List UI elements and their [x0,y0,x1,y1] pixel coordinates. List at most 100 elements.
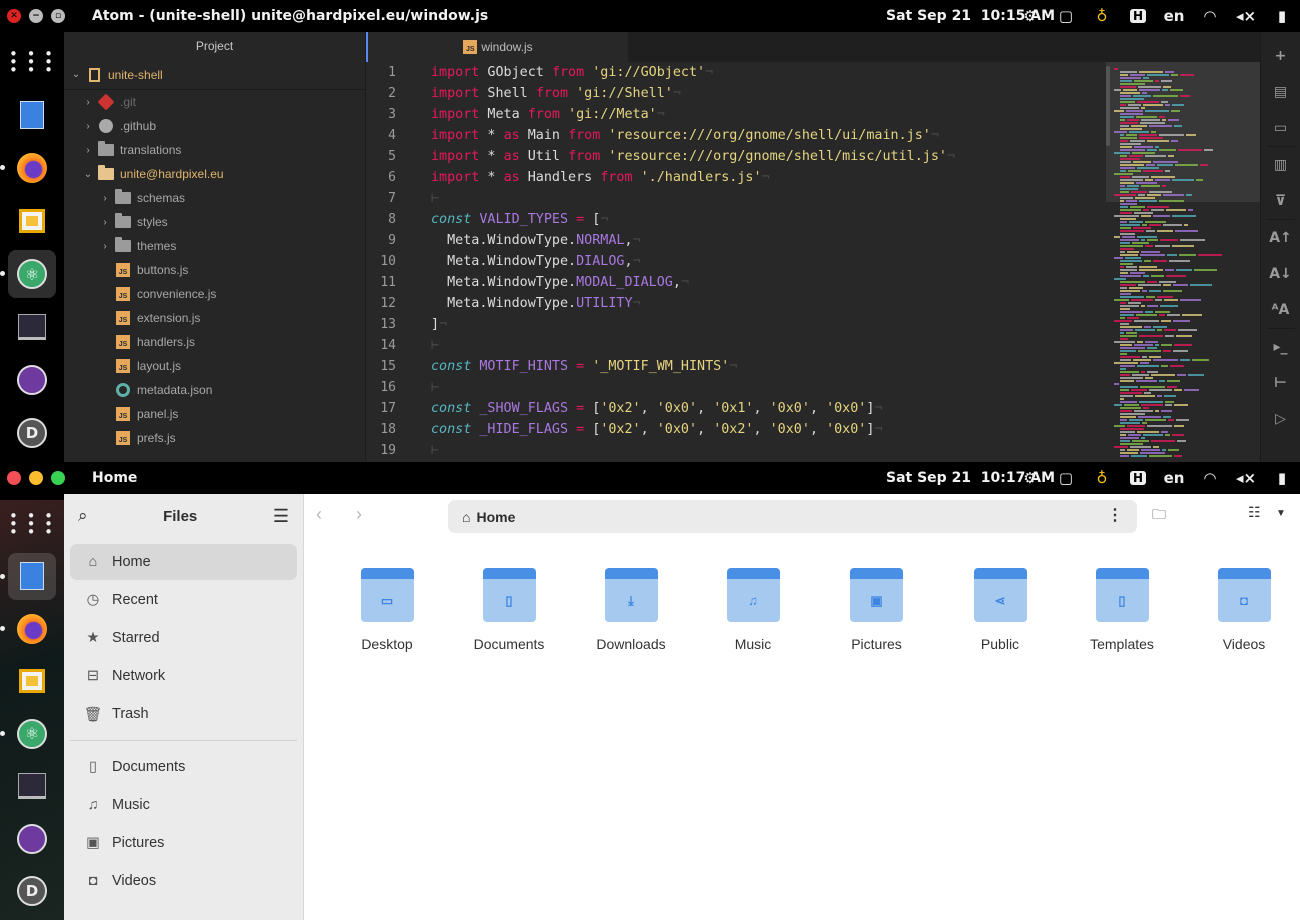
tree-item[interactable]: ⌄ unite@hardpixel.eu [64,162,365,186]
tree-item[interactable]: JS convenience.js [64,282,365,306]
tree-item[interactable]: JS extension.js [64,306,365,330]
list-view-icon[interactable]: ☷ [1248,504,1261,521]
view-options-dropdown[interactable]: ▼ [1276,508,1286,519]
volume-muted-icon[interactable]: ◂× [1228,469,1264,487]
tree-icon[interactable]: ⊢ [1261,365,1300,401]
folder-music[interactable]: ♫ Music [692,568,814,652]
dock-github[interactable] [8,815,56,863]
terminal-icon[interactable]: ▸_ [1261,329,1300,365]
tree-item[interactable]: › themes [64,234,365,258]
battery-icon[interactable]: ▮ [1264,469,1300,487]
maximize-button[interactable] [51,471,65,485]
play-icon[interactable]: ▷ [1261,401,1300,437]
lightbulb-icon[interactable]: ♁ [1084,469,1120,487]
tree-item[interactable]: JS prefs.js [64,426,365,450]
folder-public[interactable]: ⋖ Public [939,568,1061,652]
sidebar-item-recent[interactable]: ◷ Recent [70,582,297,618]
minimize-button[interactable]: − [29,9,43,23]
dock-atom[interactable]: ⚛ [0,250,56,298]
tree-root[interactable]: ⌄ unite-shell [64,60,365,90]
back-button[interactable]: ‹ [316,504,322,528]
tree-item[interactable]: JS handlers.js [64,330,365,354]
tree-item[interactable]: JS layout.js [64,354,365,378]
wifi-icon[interactable]: ◠ [1192,469,1228,487]
minimap[interactable] [1106,62,1262,462]
sidebar-item-trash[interactable]: 🗑 Trash [70,696,297,732]
folder-downloads[interactable]: ⤓ Downloads [570,568,692,652]
hardware-h-icon[interactable]: H [1120,471,1156,485]
add-icon[interactable]: + [1261,38,1300,74]
sidebar-item-videos[interactable]: ◘ Videos [70,863,297,899]
dock-files[interactable] [8,91,56,139]
tree-item[interactable]: metadata.json [64,378,365,402]
book-icon[interactable]: ▥ [1261,147,1300,183]
tree-item[interactable]: JS buttons.js [64,258,365,282]
sidebar-item-documents[interactable]: ▯ Documents [70,749,297,785]
search-folder-icon[interactable]: 🗀 [1152,504,1166,528]
wifi-icon[interactable]: ◠ [1192,7,1228,25]
forward-button[interactable]: › [356,504,362,528]
dock-firefox[interactable] [0,144,56,192]
font-reset-icon[interactable]: ᴬA [1261,292,1300,328]
dock-files[interactable] [0,552,56,600]
tree-item[interactable]: › .git [64,90,365,114]
folder-documents[interactable]: ▯ Documents [448,568,570,652]
minimize-button[interactable] [29,471,43,485]
path-home[interactable]: Home [476,509,515,525]
settings-icon[interactable]: ⚙ [1012,7,1048,25]
lightbulb-icon[interactable]: ♁ [1084,7,1120,25]
document-icon[interactable]: ▤ [1261,74,1300,110]
sidebar-item-music[interactable]: ♫ Music [70,787,297,823]
minimap-line [1161,431,1168,433]
hardware-h-icon[interactable]: H [1120,9,1156,23]
sidebar-item-starred[interactable]: ★ Starred [70,620,297,656]
font-increase-icon[interactable]: A↑ [1261,220,1300,256]
tab-window-js[interactable]: JS window.js [366,32,628,62]
path-bar[interactable]: ⌂ Home ⋮ [448,500,1137,533]
settings-icon[interactable]: ⚙ [1012,469,1048,487]
folder-videos[interactable]: ◘ Videos [1183,568,1300,652]
tree-item[interactable]: › schemas [64,186,365,210]
tree-item[interactable]: › .github [64,114,365,138]
folder-desktop[interactable]: ▭ Desktop [326,568,448,652]
minimap-line [1114,236,1120,238]
dock-app-grid[interactable]: • • • • • • • • • [8,38,56,86]
dock-app-grid[interactable]: • • • • • • • • • [8,500,56,548]
dock-mail[interactable] [8,197,56,245]
dock-mail[interactable] [8,658,56,706]
language-indicator[interactable]: en [1156,469,1192,487]
search-icon[interactable]: ⌕ [78,506,88,526]
folder-icon[interactable]: ▭ [1261,110,1300,146]
dock-github[interactable] [8,356,56,404]
font-decrease-icon[interactable]: A↓ [1261,256,1300,292]
dock-terminal[interactable] [8,303,56,351]
more-options-icon[interactable]: ⋮ [1107,506,1123,526]
close-button[interactable] [7,471,21,485]
maximize-button[interactable]: ▫ [51,9,65,23]
volume-muted-icon[interactable]: ◂× [1228,7,1264,25]
minimap-line [1120,155,1127,157]
filter-clear-icon[interactable]: ⊽ [1261,183,1300,219]
sidebar-item-network[interactable]: ⊟ Network [70,658,297,694]
sidebar-item-pictures[interactable]: ▣ Pictures [70,825,297,861]
dock-firefox[interactable] [0,605,56,653]
dock-d-app[interactable]: D [8,409,56,457]
clipboard-icon[interactable]: ▢ [1048,469,1084,487]
folder-pictures[interactable]: ▣ Pictures [814,568,939,652]
language-indicator[interactable]: en [1156,7,1192,25]
editor-scrollbar[interactable] [1106,66,1110,146]
menu-icon[interactable]: ☰ [273,506,289,527]
dock-atom[interactable]: ⚛ [0,710,56,758]
dock-d-app[interactable]: D [8,868,56,916]
tree-item[interactable]: › translations [64,138,365,162]
code-editor[interactable]: 1 import GObject from 'gi://GObject'¬ 2 imp… [366,62,1102,462]
tree-item[interactable]: JS panel.js [64,402,365,426]
battery-icon[interactable]: ▮ [1264,7,1300,25]
sidebar-item-home[interactable]: ⌂ Home [70,544,297,580]
tree-item[interactable]: › styles [64,210,365,234]
folder-templates[interactable]: ▯ Templates [1061,568,1183,652]
window-title: Atom - (unite-shell) unite@hardpixel.eu/… [92,8,489,24]
dock-terminal[interactable] [8,763,56,811]
close-button[interactable]: ✕ [7,9,21,23]
clipboard-icon[interactable]: ▢ [1048,7,1084,25]
